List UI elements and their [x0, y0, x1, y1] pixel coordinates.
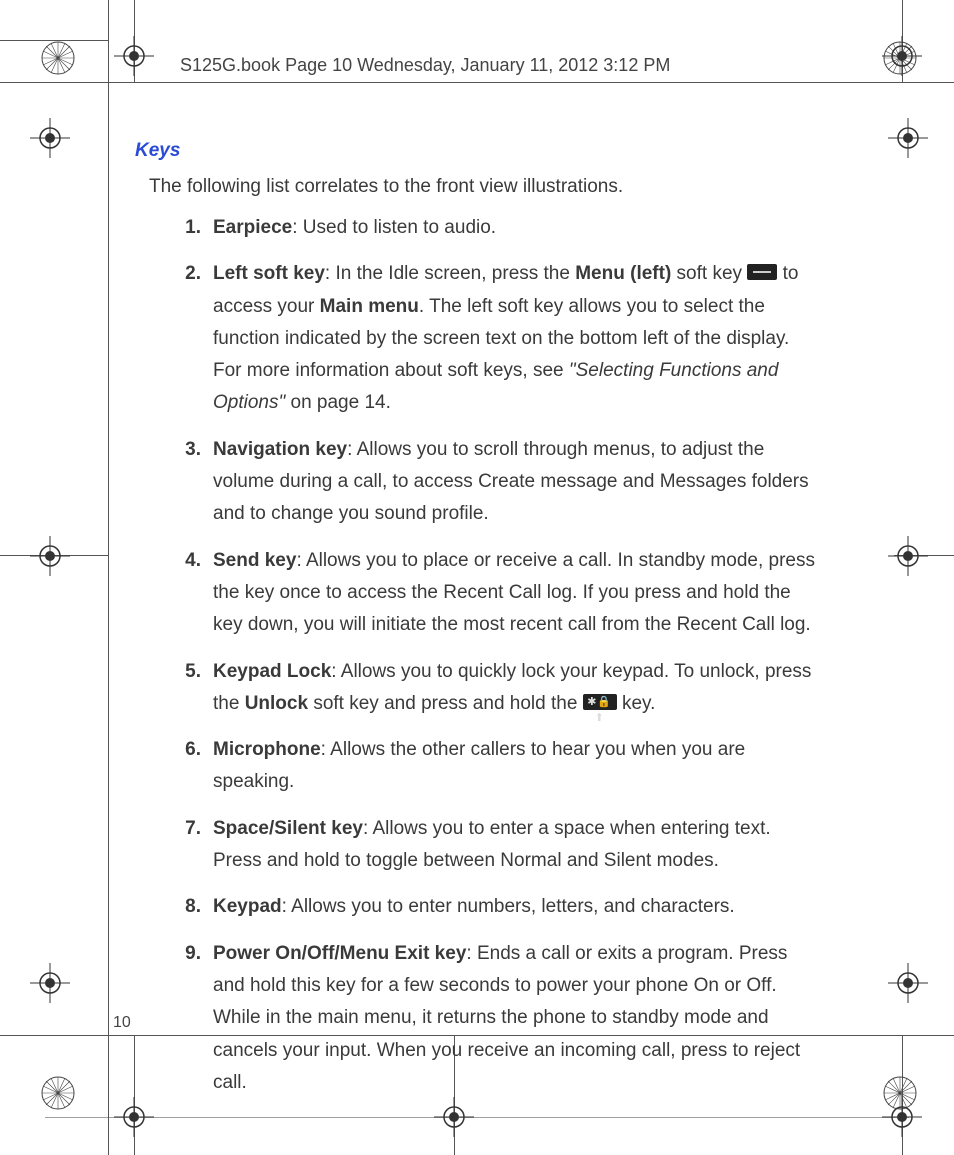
item-number: 9.: [165, 938, 213, 1099]
crosshair-mark-icon: [882, 36, 922, 76]
crosshair-mark-icon: [888, 118, 928, 158]
list-item: 3. Navigation key: Allows you to scroll …: [165, 434, 815, 531]
crosshair-mark-icon: [888, 963, 928, 1003]
crosshair-mark-icon: [30, 536, 70, 576]
crosshair-mark-icon: [434, 1097, 474, 1137]
crosshair-mark-icon: [114, 1097, 154, 1137]
item-number: 3.: [165, 434, 213, 531]
list-item: 1. Earpiece: Used to listen to audio.: [165, 212, 815, 244]
key-list: 1. Earpiece: Used to listen to audio. 2.…: [165, 212, 815, 1099]
star-lock-key-icon: ✱🔒⬆: [583, 694, 617, 710]
page-number: 10: [113, 1014, 131, 1032]
list-item: 4. Send key: Allows you to place or rece…: [165, 545, 815, 642]
item-number: 5.: [165, 656, 213, 721]
registration-mark-icon: [40, 1075, 76, 1111]
intro-text: The following list correlates to the fro…: [149, 176, 815, 198]
crop-line-bottom-2: [45, 1117, 909, 1118]
crop-line-top: [0, 82, 954, 83]
list-item: 5. Keypad Lock: Allows you to quickly lo…: [165, 656, 815, 721]
crosshair-mark-icon: [888, 536, 928, 576]
item-number: 8.: [165, 891, 213, 923]
item-number: 2.: [165, 258, 213, 419]
item-number: 4.: [165, 545, 213, 642]
menu-key-icon: [747, 264, 777, 280]
crop-line-left: [108, 0, 109, 1155]
item-number: 7.: [165, 813, 213, 878]
crosshair-mark-icon: [882, 1097, 922, 1137]
list-item: 9. Power On/Off/Menu Exit key: Ends a ca…: [165, 938, 815, 1099]
item-number: 6.: [165, 734, 213, 799]
page-header: S125G.book Page 10 Wednesday, January 11…: [180, 55, 670, 76]
list-item: 2. Left soft key: In the Idle screen, pr…: [165, 258, 815, 419]
section-title: Keys: [135, 140, 815, 162]
crosshair-mark-icon: [114, 36, 154, 76]
crosshair-mark-icon: [30, 118, 70, 158]
page-content: Keys The following list correlates to th…: [135, 140, 815, 1113]
list-item: 6. Microphone: Allows the other callers …: [165, 734, 815, 799]
registration-mark-icon: [40, 40, 76, 76]
item-number: 1.: [165, 212, 213, 244]
crosshair-mark-icon: [30, 963, 70, 1003]
list-item: 8. Keypad: Allows you to enter numbers, …: [165, 891, 815, 923]
list-item: 7. Space/Silent key: Allows you to enter…: [165, 813, 815, 878]
